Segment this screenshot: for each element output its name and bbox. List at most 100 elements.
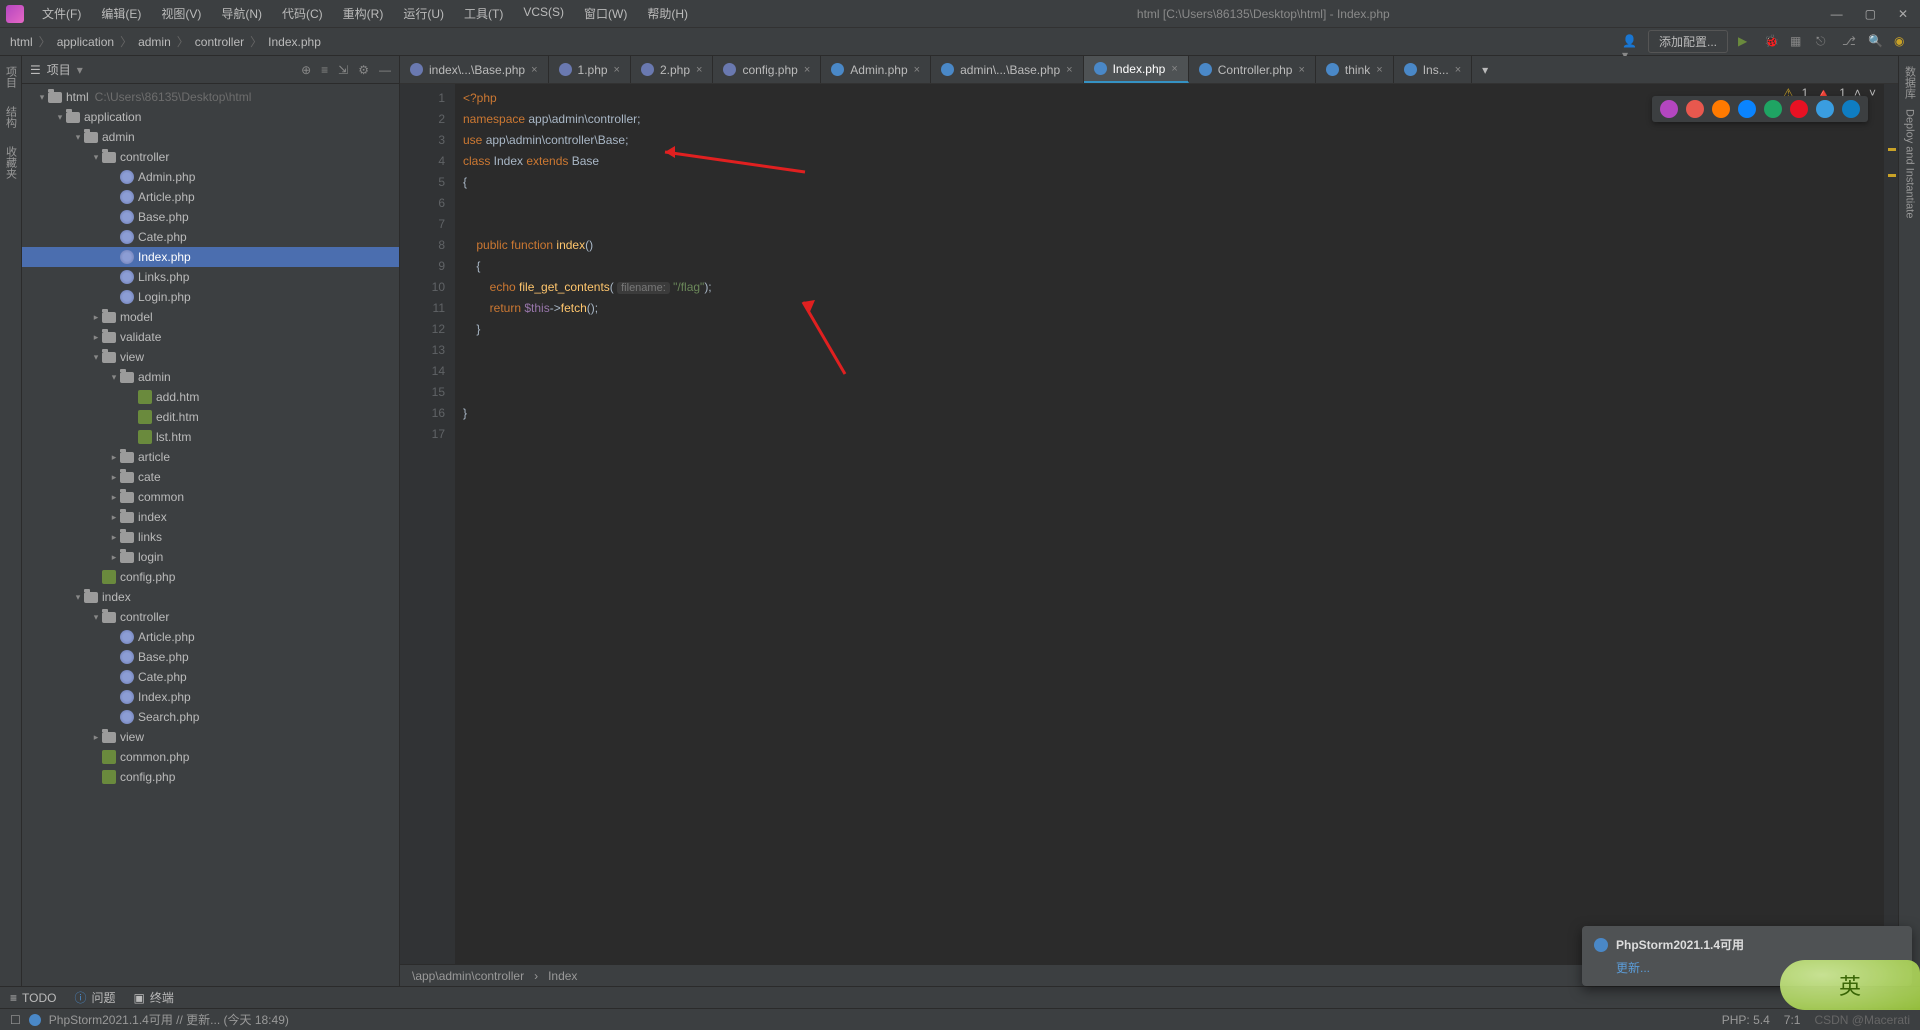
tree-folder[interactable]: ▸validate xyxy=(22,327,399,347)
tool-button[interactable]: 收藏夹 xyxy=(3,146,19,179)
tree-file[interactable]: Search.php xyxy=(22,707,399,727)
code-line[interactable]: { xyxy=(463,172,1884,193)
tree-arrow-icon[interactable]: ▸ xyxy=(90,332,102,343)
code-line[interactable]: public function index() xyxy=(463,235,1884,256)
run-icon[interactable]: ▶ xyxy=(1738,34,1754,50)
collapse-icon[interactable]: ⇲ xyxy=(338,63,348,77)
tree-arrow-icon[interactable]: ▾ xyxy=(72,592,84,603)
line-number[interactable]: 10 xyxy=(400,277,445,298)
tree-file[interactable]: lst.htm xyxy=(22,427,399,447)
tree-arrow-icon[interactable]: ▾ xyxy=(54,112,66,123)
line-number[interactable]: 11 xyxy=(400,298,445,319)
tree-file[interactable]: common.php xyxy=(22,747,399,767)
code-line[interactable]: } xyxy=(463,319,1884,340)
editor-tab[interactable]: config.php× xyxy=(713,56,821,83)
tree-file[interactable]: Index.php xyxy=(22,247,399,267)
tree-arrow-icon[interactable]: ▸ xyxy=(108,492,120,503)
tree-folder[interactable]: ▸common xyxy=(22,487,399,507)
close-tab-icon[interactable]: × xyxy=(1171,63,1177,75)
tree-folder[interactable]: ▾htmlC:\Users\86135\Desktop\html xyxy=(22,87,399,107)
user-icon[interactable]: 👤▾ xyxy=(1622,34,1638,50)
tree-folder[interactable]: ▸index xyxy=(22,507,399,527)
code-line[interactable] xyxy=(463,424,1884,445)
todo-tool-button[interactable]: ≡TODO xyxy=(10,991,56,1005)
close-tab-icon[interactable]: × xyxy=(531,64,537,76)
problems-tool-button[interactable]: ⓘ问题 xyxy=(74,989,115,1006)
line-number[interactable]: 4 xyxy=(400,151,445,172)
breadcrumb-item[interactable]: admin xyxy=(138,35,171,49)
tree-folder[interactable]: ▸cate xyxy=(22,467,399,487)
browser-icon[interactable] xyxy=(1738,100,1756,118)
editor-tab[interactable]: Ins...× xyxy=(1394,56,1472,83)
code-line[interactable]: class Index extends Base xyxy=(463,151,1884,172)
tree-arrow-icon[interactable]: ▾ xyxy=(90,352,102,363)
editor-tab[interactable]: index\...\Base.php× xyxy=(400,56,549,83)
breadcrumb-item[interactable]: Index.php xyxy=(268,35,321,49)
breadcrumb-item[interactable]: application xyxy=(57,35,114,49)
tree-file[interactable]: Login.php xyxy=(22,287,399,307)
line-number[interactable]: 6 xyxy=(400,193,445,214)
debug-icon[interactable]: 🐞 xyxy=(1764,34,1780,50)
code-line[interactable] xyxy=(463,340,1884,361)
tree-folder[interactable]: ▾controller xyxy=(22,607,399,627)
line-number[interactable]: 3 xyxy=(400,130,445,151)
menu-item[interactable]: 视图(V) xyxy=(153,1,209,26)
tree-folder[interactable]: ▾view xyxy=(22,347,399,367)
attach-icon[interactable]: ⎋ xyxy=(1816,34,1832,50)
close-tab-icon[interactable]: × xyxy=(696,64,702,76)
line-number[interactable]: 17 xyxy=(400,424,445,445)
tree-file[interactable]: config.php xyxy=(22,567,399,587)
tree-folder[interactable]: ▸links xyxy=(22,527,399,547)
tree-folder[interactable]: ▾admin xyxy=(22,127,399,147)
crumb-namespace[interactable]: \app\admin\controller xyxy=(412,969,524,983)
tree-arrow-icon[interactable]: ▸ xyxy=(108,472,120,483)
close-tab-icon[interactable]: × xyxy=(1298,64,1304,76)
editor-tab[interactable]: Admin.php× xyxy=(821,56,931,83)
editor-tab[interactable]: Controller.php× xyxy=(1189,56,1316,83)
ime-indicator[interactable]: 英 xyxy=(1780,960,1920,1010)
browser-icon[interactable] xyxy=(1712,100,1730,118)
tree-file[interactable]: Article.php xyxy=(22,627,399,647)
close-tab-icon[interactable]: × xyxy=(804,64,810,76)
locate-icon[interactable]: ⊕ xyxy=(301,63,311,77)
menu-item[interactable]: 帮助(H) xyxy=(639,1,696,26)
line-number[interactable]: 7 xyxy=(400,214,445,235)
project-tree[interactable]: ▾htmlC:\Users\86135\Desktop\html▾applica… xyxy=(22,84,399,986)
menu-item[interactable]: 编辑(E) xyxy=(93,1,149,26)
close-tab-icon[interactable]: × xyxy=(914,64,920,76)
tool-button[interactable]: 数据库 xyxy=(1902,66,1918,99)
code-line[interactable] xyxy=(463,193,1884,214)
next-highlight-icon[interactable]: ˅ xyxy=(1869,86,1876,100)
code-line[interactable]: return $this->fetch(); xyxy=(463,298,1884,319)
tree-folder[interactable]: ▾index xyxy=(22,587,399,607)
menu-item[interactable]: 重构(R) xyxy=(335,1,392,26)
tree-file[interactable]: Links.php xyxy=(22,267,399,287)
expand-icon[interactable]: ≡ xyxy=(321,63,328,77)
tree-folder[interactable]: ▾application xyxy=(22,107,399,127)
tree-folder[interactable]: ▸view xyxy=(22,727,399,747)
tool-button[interactable]: 结构 xyxy=(3,106,19,128)
tree-arrow-icon[interactable]: ▾ xyxy=(36,92,48,103)
line-number[interactable]: 2 xyxy=(400,109,445,130)
tree-folder[interactable]: ▾controller xyxy=(22,147,399,167)
add-configuration-button[interactable]: 添加配置... xyxy=(1648,30,1728,53)
menu-item[interactable]: 代码(C) xyxy=(274,1,331,26)
close-tab-icon[interactable]: × xyxy=(1066,64,1072,76)
close-tab-icon[interactable]: × xyxy=(614,64,620,76)
line-number[interactable]: 13 xyxy=(400,340,445,361)
code-line[interactable] xyxy=(463,361,1884,382)
line-number[interactable]: 1 xyxy=(400,88,445,109)
menu-item[interactable]: 文件(F) xyxy=(34,1,89,26)
code-line[interactable]: } xyxy=(463,403,1884,424)
code-line[interactable]: echo file_get_contents( filename: "/flag… xyxy=(463,277,1884,298)
tree-folder[interactable]: ▾admin xyxy=(22,367,399,387)
settings-icon[interactable]: ◉ xyxy=(1894,34,1910,50)
tree-file[interactable]: Cate.php xyxy=(22,667,399,687)
browser-icon[interactable] xyxy=(1842,100,1860,118)
line-number[interactable]: 16 xyxy=(400,403,445,424)
php-version[interactable]: PHP: 5.4 xyxy=(1722,1013,1770,1027)
tree-file[interactable]: config.php xyxy=(22,767,399,787)
terminal-tool-button[interactable]: ▣终端 xyxy=(134,989,174,1006)
code-line[interactable] xyxy=(463,214,1884,235)
code-editor[interactable]: 1234567891011121314151617 <?phpnamespace… xyxy=(400,84,1898,964)
